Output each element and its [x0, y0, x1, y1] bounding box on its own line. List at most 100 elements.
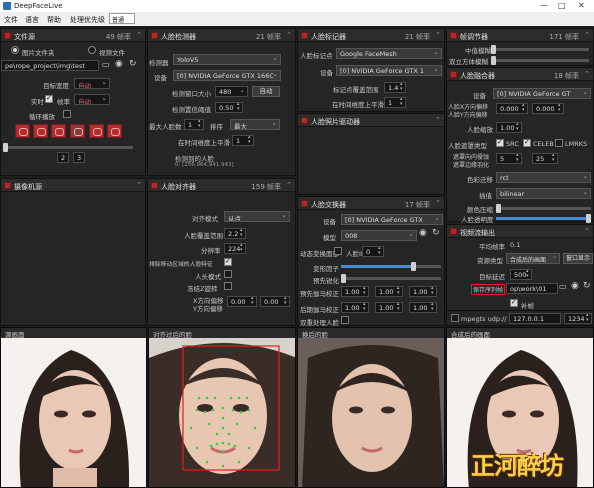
- prev-frame-button[interactable]: [51, 124, 66, 138]
- sort-select[interactable]: 最大: [230, 119, 280, 130]
- device-select[interactable]: [0] NVIDIA GeForce GTX: [341, 214, 443, 225]
- window-show-button[interactable]: 窗口显示: [563, 253, 593, 264]
- folder-icon[interactable]: ▭: [559, 282, 567, 291]
- first-frame-button[interactable]: [33, 124, 48, 138]
- video-file-radio[interactable]: [88, 46, 96, 54]
- close-button[interactable]: ✕: [578, 1, 585, 10]
- path-input[interactable]: pe\rope_project\img\test: [1, 60, 99, 71]
- marker-coverage-spinbox[interactable]: 1.4: [384, 82, 406, 93]
- reload-icon[interactable]: ↻: [432, 228, 440, 238]
- menu-help[interactable]: 帮助: [47, 15, 61, 25]
- device-select[interactable]: [0] NVIDIA GeForce GTX 166C: [173, 70, 281, 81]
- realtime-checkbox[interactable]: [45, 94, 53, 103]
- reload-icon[interactable]: ↻: [129, 59, 137, 69]
- eye-icon[interactable]: ◉: [571, 281, 579, 291]
- pre-gamma-b[interactable]: 1.00: [409, 286, 437, 297]
- priority-select[interactable]: 普通: [109, 13, 135, 24]
- threshold-spinbox[interactable]: 0.50: [215, 102, 243, 113]
- folder-icon[interactable]: ▭: [102, 60, 110, 69]
- model-select[interactable]: 008: [341, 230, 417, 241]
- pre-gamma-r[interactable]: 1.00: [341, 286, 369, 297]
- morph-factor-slider[interactable]: [341, 262, 441, 271]
- collapse-icon[interactable]: ⌃: [584, 70, 590, 78]
- target-width-select[interactable]: 自动: [74, 78, 110, 89]
- scale-spinbox[interactable]: 1.00: [496, 122, 522, 133]
- menu-language[interactable]: 语言: [25, 15, 39, 25]
- image-folder-radio[interactable]: [11, 46, 19, 54]
- color-transfer-select[interactable]: rct: [496, 172, 591, 183]
- detector-select[interactable]: YoloV5: [173, 54, 281, 65]
- save-path-input[interactable]: op\work\01: [506, 283, 558, 294]
- two-pass-checkbox[interactable]: [341, 316, 349, 324]
- presharpen-slider[interactable]: [341, 274, 441, 283]
- blur-spinbox[interactable]: 25: [532, 153, 558, 164]
- opacity-slider[interactable]: [496, 214, 591, 223]
- fill-gaps-checkbox[interactable]: [510, 298, 518, 307]
- power-icon[interactable]: [151, 32, 158, 39]
- max-faces-spinbox[interactable]: 1: [184, 119, 204, 130]
- mask-celeb-checkbox[interactable]: [523, 138, 531, 147]
- power-icon[interactable]: [450, 32, 457, 39]
- collapse-icon[interactable]: ⌃: [286, 31, 292, 39]
- eye-icon[interactable]: ◉: [419, 228, 427, 238]
- color-compress-slider[interactable]: [496, 204, 591, 213]
- power-icon[interactable]: [301, 200, 308, 207]
- power-icon[interactable]: [301, 32, 308, 39]
- udp-host-input[interactable]: 127.0.0.1: [509, 313, 561, 324]
- resolution-spinbox[interactable]: 224: [224, 243, 246, 254]
- collapse-icon[interactable]: ⌃: [136, 181, 142, 189]
- collapse-icon[interactable]: ⌃: [435, 31, 441, 39]
- degrade-slider[interactable]: [491, 56, 589, 65]
- device-select[interactable]: [0] NVIDIA GeForce GTX 1: [336, 65, 442, 76]
- pre-gamma-g[interactable]: 1.00: [375, 286, 403, 297]
- last-frame-button[interactable]: [107, 124, 122, 138]
- head-mode-checkbox[interactable]: [224, 270, 232, 278]
- power-icon[interactable]: [301, 117, 308, 124]
- power-icon[interactable]: [4, 32, 11, 39]
- interpolation-select[interactable]: bilinear: [496, 188, 591, 199]
- exclude-moving-checkbox[interactable]: [224, 257, 232, 266]
- collapse-icon[interactable]: ⌃: [435, 199, 441, 207]
- fps-select[interactable]: 自动: [74, 94, 110, 105]
- minimize-button[interactable]: —: [540, 1, 548, 10]
- collapse-icon[interactable]: ⌃: [286, 181, 292, 189]
- eye-icon[interactable]: ◉: [115, 59, 123, 69]
- animate-face-checkbox[interactable]: [334, 247, 342, 255]
- collapse-icon[interactable]: ⌃: [435, 116, 441, 124]
- menu-file[interactable]: 文件: [4, 15, 18, 25]
- power-icon[interactable]: [151, 182, 158, 189]
- udp-port-spinbox[interactable]: 1234: [564, 313, 592, 324]
- current-frame-field[interactable]: 2: [57, 152, 69, 163]
- post-gamma-b[interactable]: 1.00: [409, 302, 437, 313]
- collapse-icon[interactable]: ⌃: [584, 227, 590, 235]
- next-frame-button[interactable]: [89, 124, 104, 138]
- temporal-smooth-spinbox[interactable]: 1: [384, 97, 406, 108]
- freeze-z-checkbox[interactable]: [224, 282, 232, 290]
- reload-icon[interactable]: ↻: [583, 281, 591, 291]
- face-id-spinbox[interactable]: 0: [362, 246, 384, 257]
- power-icon[interactable]: [4, 182, 11, 189]
- window-size-select[interactable]: 480: [215, 86, 248, 97]
- target-delay-spinbox[interactable]: 500: [510, 269, 532, 280]
- maximize-button[interactable]: □: [558, 1, 566, 10]
- y-offset-spinbox[interactable]: 0.000: [532, 103, 564, 114]
- erode-spinbox[interactable]: 5: [496, 153, 522, 164]
- power-icon[interactable]: [450, 228, 457, 235]
- source-type-select[interactable]: 合成后的画面: [506, 253, 560, 264]
- seek-slider[interactable]: [3, 143, 133, 152]
- collapse-icon[interactable]: ⌃: [136, 31, 142, 39]
- auto-button[interactable]: 自动: [252, 86, 280, 97]
- collapse-icon[interactable]: ⌃: [584, 31, 590, 39]
- mpegts-checkbox[interactable]: [451, 314, 459, 322]
- marker-select[interactable]: Google FaceMesh: [336, 48, 442, 59]
- align-mode-select[interactable]: 从点: [224, 211, 290, 222]
- x-offset-spinbox[interactable]: 0.00: [227, 296, 257, 307]
- x-offset-spinbox[interactable]: 0.000: [496, 103, 528, 114]
- post-gamma-r[interactable]: 1.00: [341, 302, 369, 313]
- temporal-smooth-spinbox[interactable]: 1: [232, 135, 254, 146]
- pause-button[interactable]: [70, 124, 85, 138]
- loop-checkbox[interactable]: [63, 110, 71, 118]
- coverage-spinbox[interactable]: 2.2: [224, 228, 246, 239]
- mask-lmrks-checkbox[interactable]: [555, 139, 563, 147]
- mask-src-checkbox[interactable]: [496, 138, 504, 147]
